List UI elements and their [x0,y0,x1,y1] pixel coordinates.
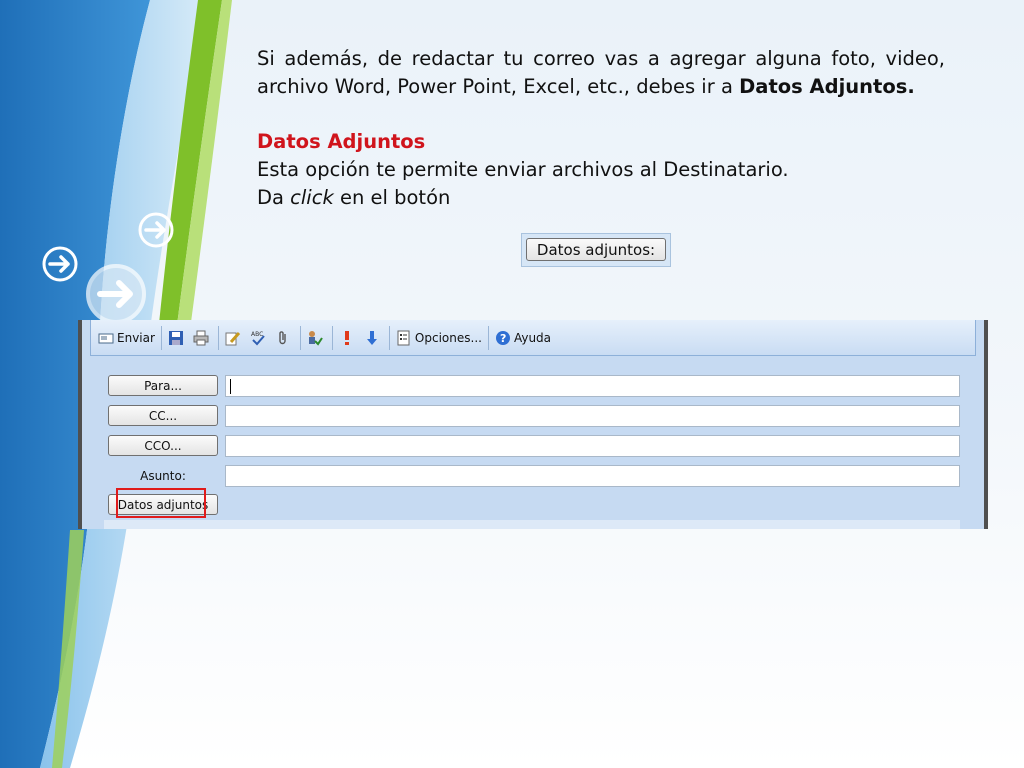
toolbar-divider [487,325,489,350]
send-button[interactable]: Enviar [95,326,158,350]
arrow-right-icon [40,244,80,284]
highlight-box [116,488,206,518]
importance-high-button[interactable] [336,326,361,350]
toolbar-divider [160,325,162,350]
instruction-prefix: Da [257,186,291,209]
print-icon [193,330,209,345]
options-icon [397,330,410,345]
slide-body: Si además, de redactar tu correo vas a a… [257,45,945,212]
arrow-right-icon [84,262,148,326]
inline-attachments-label: Datos adjuntos: [526,238,666,261]
toolbar-divider [299,325,301,350]
save-icon [168,330,183,345]
to-button[interactable]: Para... [108,375,218,396]
importance-high-icon [344,330,349,345]
instruction-suffix: en el botón [333,186,451,209]
inline-attachments-button-image: Datos adjuntos: [521,233,671,267]
attachments-area [104,520,960,529]
edit-button[interactable] [222,326,247,350]
bcc-button[interactable]: CCO... [108,435,218,456]
svg-text:ABC: ABC [251,331,263,338]
to-input[interactable] [225,375,960,397]
spellcheck-button[interactable]: ABC [247,326,272,350]
bcc-input[interactable] [225,435,960,457]
spellcheck-icon: ABC [251,331,265,345]
cc-input[interactable] [225,405,960,427]
toolbar-divider [217,325,219,350]
toolbar-divider [331,325,333,350]
intro-bold-text: Datos Adjuntos. [739,75,915,98]
attachments-row: Datos adjuntos [104,494,960,518]
cc-button[interactable]: CC... [108,405,218,426]
email-compose-window: Enviar ABC Opciones... ? Ayuda Para... C [78,320,988,529]
text-caret [230,379,231,394]
print-button[interactable] [190,326,215,350]
check-names-button[interactable] [304,326,329,350]
help-button[interactable]: ? Ayuda [492,326,554,350]
description-text: Esta opción te permite enviar archivos a… [257,158,789,181]
attach-icon [279,330,286,344]
help-icon: ? [495,330,510,345]
instruction-text: Da click en el botón [257,184,945,212]
importance-low-icon [366,330,377,345]
instruction-italic: click [290,186,334,209]
cc-row: CC... [104,405,960,429]
options-label: Opciones... [414,330,482,345]
subject-row: Asunto: [104,465,960,489]
subject-input[interactable] [225,465,960,487]
to-row: Para... [104,375,960,399]
toolbar-divider [388,325,390,350]
importance-low-button[interactable] [361,326,386,350]
bcc-row: CCO... [104,435,960,459]
toolbar: Enviar ABC Opciones... ? Ayuda [90,320,976,356]
subject-label: Asunto: [140,468,186,483]
arrow-right-icon [136,210,176,250]
intro-paragraph: Si además, de redactar tu correo vas a a… [257,45,945,101]
help-label: Ayuda [513,330,552,345]
check-names-icon [308,330,323,346]
send-label: Enviar [117,330,155,345]
edit-icon [225,331,241,345]
options-button[interactable]: Opciones... [393,326,485,350]
save-button[interactable] [165,326,190,350]
send-icon [98,333,114,343]
attach-button[interactable] [272,326,297,350]
svg-text:?: ? [500,332,506,345]
section-title: Datos Adjuntos [257,130,426,153]
